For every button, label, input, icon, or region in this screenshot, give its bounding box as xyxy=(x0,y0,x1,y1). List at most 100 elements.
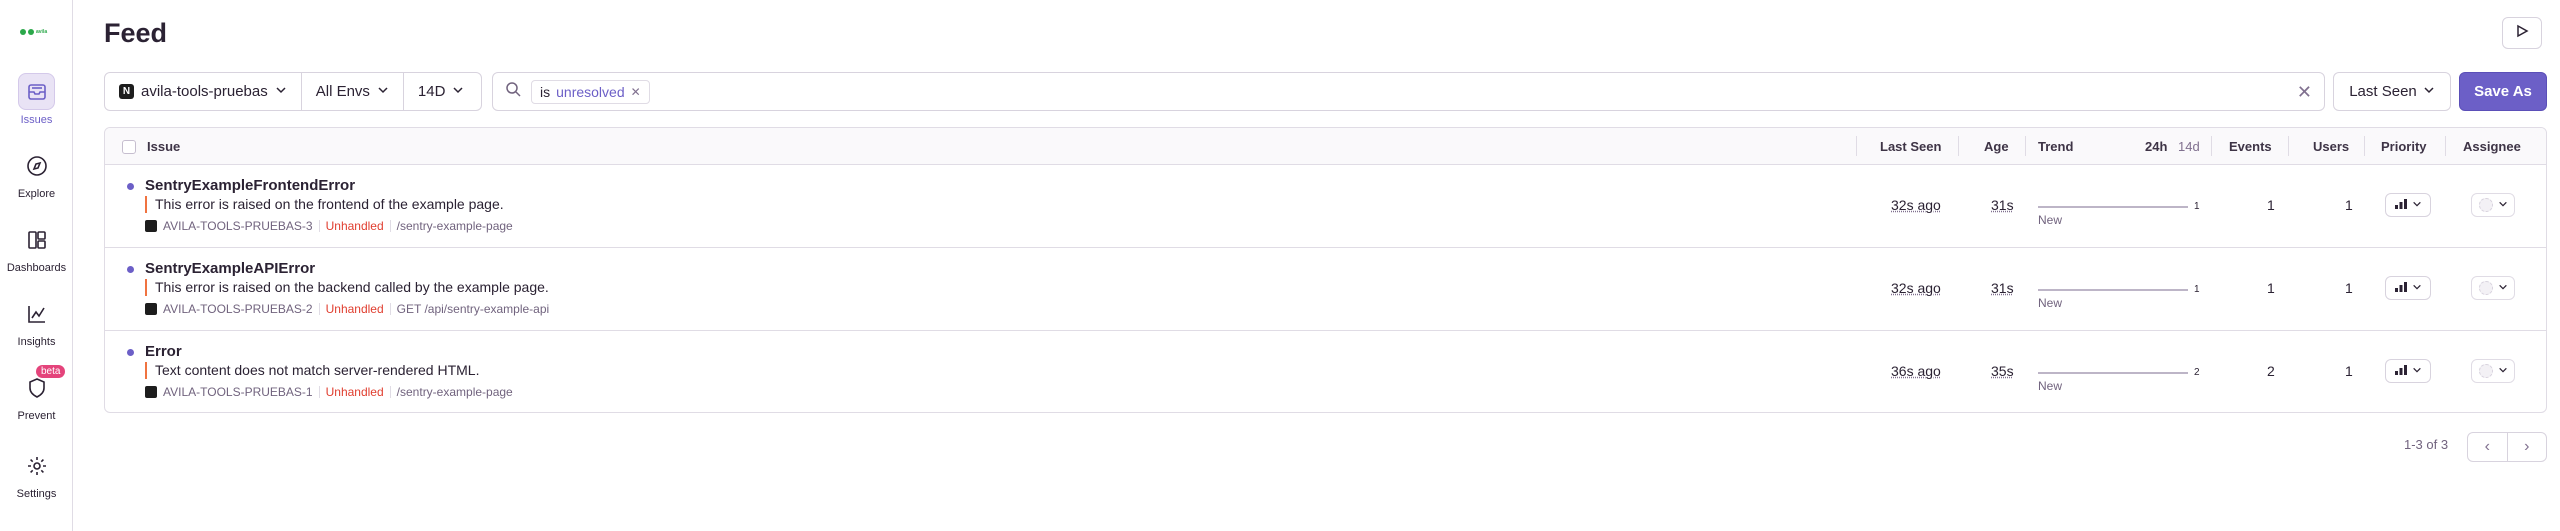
col-priority[interactable]: Priority xyxy=(2381,139,2427,154)
unassigned-avatar xyxy=(2478,281,2493,295)
nav-item-explore[interactable]: Explore xyxy=(0,147,73,200)
table-row[interactable]: SentryExampleAPIError This error is rais… xyxy=(105,248,2546,331)
events-count: 1 xyxy=(2267,197,2275,213)
events-count: 1 xyxy=(2267,280,2275,296)
issue-title[interactable]: Error xyxy=(145,343,182,360)
assignee-dropdown[interactable] xyxy=(2471,359,2515,383)
sort-label: Last Seen xyxy=(2349,83,2417,100)
col-age[interactable]: Age xyxy=(1984,139,2009,154)
chevron-down-icon xyxy=(2423,83,2435,100)
unassigned-avatar xyxy=(2478,364,2493,378)
last-seen-value: 32s ago xyxy=(1891,197,1941,213)
column-divider xyxy=(2288,136,2289,156)
table-row[interactable]: SentryExampleFrontendError This error is… xyxy=(105,165,2546,248)
nextjs-icon: N xyxy=(119,84,134,99)
chevron-left-icon: ‹ xyxy=(2484,438,2490,455)
col-trend: Trend xyxy=(2038,139,2074,154)
graph-icon xyxy=(18,295,55,332)
assignee-dropdown[interactable] xyxy=(2471,193,2515,217)
issues-table: Issue Last Seen Age Trend 24h 14d Events… xyxy=(104,127,2547,413)
table-row[interactable]: Error Text content does not match server… xyxy=(105,331,2546,412)
remove-token-icon[interactable]: ✕ xyxy=(631,85,641,99)
environment-selector[interactable]: All Envs xyxy=(302,73,404,110)
nav-item-issues[interactable]: Issues xyxy=(0,73,73,126)
trend-count: 1 xyxy=(2194,284,2200,295)
date-range-label: 14D xyxy=(417,83,446,100)
sort-dropdown[interactable]: Last Seen xyxy=(2333,72,2451,111)
chevron-down-icon xyxy=(2412,196,2422,214)
prev-page-button[interactable]: ‹ xyxy=(2468,433,2508,461)
divider xyxy=(389,386,391,398)
table-header: Issue Last Seen Age Trend 24h 14d Events… xyxy=(105,128,2546,165)
play-button[interactable] xyxy=(2502,17,2542,49)
col-assignee: Assignee xyxy=(2463,139,2521,154)
unread-indicator xyxy=(127,266,134,273)
users-count: 1 xyxy=(2345,280,2353,296)
nav-item-insights[interactable]: Insights xyxy=(0,295,73,348)
trend-14d-toggle[interactable]: 14d xyxy=(2178,139,2200,154)
assignee-dropdown[interactable] xyxy=(2471,276,2515,300)
trend-24h-toggle[interactable]: 24h xyxy=(2145,139,2167,154)
issue-title[interactable]: SentryExampleAPIError xyxy=(145,260,315,277)
org-logo[interactable]: avila xyxy=(20,29,52,35)
select-all-checkbox[interactable] xyxy=(122,140,136,154)
nav-label: Dashboards xyxy=(6,262,67,274)
search-input[interactable]: is unresolved ✕ ✕ xyxy=(492,72,2325,111)
chevron-down-icon xyxy=(2498,196,2508,214)
nav-item-settings[interactable]: Settings xyxy=(0,447,73,500)
search-icon xyxy=(505,81,521,102)
new-label: New xyxy=(2038,296,2063,310)
issue-title[interactable]: SentryExampleFrontendError xyxy=(145,177,355,194)
issue-culprit: /sentry-example-page xyxy=(396,385,513,399)
clear-search-icon[interactable]: ✕ xyxy=(2297,82,2312,103)
nextjs-icon xyxy=(145,386,157,398)
chevron-right-icon: › xyxy=(2524,438,2530,455)
token-value[interactable]: unresolved xyxy=(556,84,625,100)
unassigned-avatar xyxy=(2478,198,2493,212)
compass-icon xyxy=(18,147,55,184)
unhandled-badge: Unhandled xyxy=(325,385,384,399)
search-token[interactable]: is unresolved ✕ xyxy=(531,79,650,104)
project-selector[interactable]: N avila-tools-pruebas xyxy=(105,73,302,110)
nextjs-icon xyxy=(145,303,157,315)
sparkline-line xyxy=(2038,372,2188,374)
nav-label: Explore xyxy=(17,188,56,200)
issue-short-id[interactable]: AVILA-TOOLS-PRUEBAS-3 xyxy=(163,219,313,233)
issue-short-id[interactable]: AVILA-TOOLS-PRUEBAS-2 xyxy=(163,302,313,316)
chevron-down-icon xyxy=(452,83,464,100)
issue-meta: AVILA-TOOLS-PRUEBAS-1 Unhandled /sentry-… xyxy=(145,385,513,399)
unread-indicator xyxy=(127,183,134,190)
dashboard-icon xyxy=(18,221,55,258)
priority-bars-icon xyxy=(2394,196,2407,214)
priority-dropdown[interactable] xyxy=(2385,359,2431,383)
date-range-selector[interactable]: 14D xyxy=(404,73,479,110)
col-users[interactable]: Users xyxy=(2313,139,2349,154)
pagination: ‹ › xyxy=(2467,432,2547,462)
col-events[interactable]: Events xyxy=(2229,139,2272,154)
divider xyxy=(389,220,391,232)
age-value: 31s xyxy=(1991,280,2014,296)
nav-label: Settings xyxy=(16,488,57,500)
chevron-down-icon xyxy=(2498,279,2508,297)
issue-short-id[interactable]: AVILA-TOOLS-PRUEBAS-1 xyxy=(163,385,313,399)
nav-item-prevent[interactable]: beta Prevent xyxy=(0,365,73,422)
unhandled-badge: Unhandled xyxy=(325,219,384,233)
users-count: 1 xyxy=(2345,363,2353,379)
save-as-button[interactable]: Save As xyxy=(2459,72,2547,111)
unhandled-badge: Unhandled xyxy=(325,302,384,316)
trend-count: 1 xyxy=(2194,201,2200,212)
chevron-down-icon xyxy=(377,83,389,100)
priority-dropdown[interactable] xyxy=(2385,276,2431,300)
inbox-icon xyxy=(18,73,55,110)
sparkline-line xyxy=(2038,206,2188,208)
column-divider xyxy=(1856,136,1857,156)
col-last-seen[interactable]: Last Seen xyxy=(1880,139,1941,154)
play-icon xyxy=(2515,24,2529,43)
new-label: New xyxy=(2038,213,2063,227)
next-page-button[interactable]: › xyxy=(2508,433,2547,461)
last-seen-value: 32s ago xyxy=(1891,280,1941,296)
nav-item-dashboards[interactable]: Dashboards xyxy=(0,221,73,274)
issue-culprit: /sentry-example-page xyxy=(396,219,513,233)
priority-dropdown[interactable] xyxy=(2385,193,2431,217)
issue-message: This error is raised on the frontend of … xyxy=(145,196,504,213)
